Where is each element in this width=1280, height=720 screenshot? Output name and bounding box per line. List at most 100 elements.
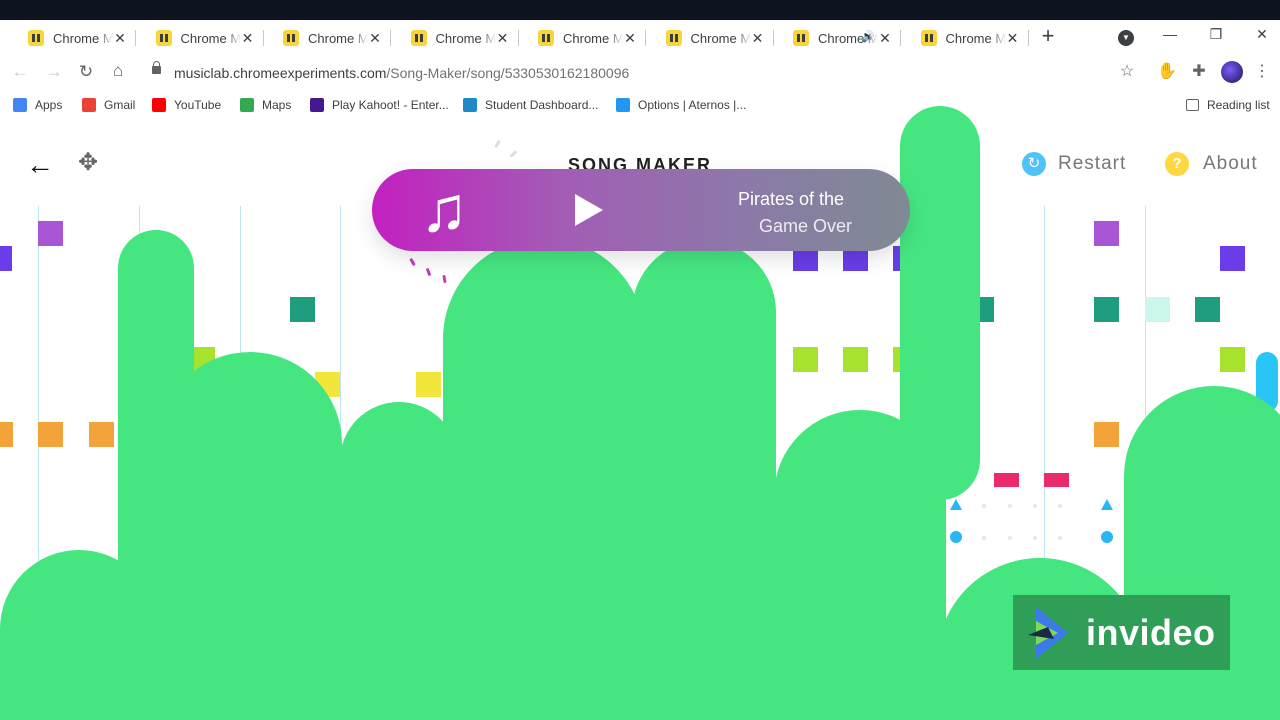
bookmark-item[interactable]: Options | Aternos |...	[616, 97, 746, 113]
note-cell[interactable]	[994, 473, 1019, 487]
play-icon[interactable]	[575, 194, 603, 226]
music-note-icon: ♫	[420, 173, 468, 245]
note-cell[interactable]	[1220, 246, 1245, 271]
note-cell[interactable]	[89, 422, 114, 447]
browser-tab[interactable]: Chrome Music Lab✕	[903, 24, 1029, 52]
note-cell[interactable]	[1094, 297, 1119, 322]
music-lab-favicon-icon	[793, 30, 809, 46]
restart-icon: ↻	[1022, 152, 1046, 176]
tab-separator	[900, 30, 901, 46]
title-strip	[0, 0, 1280, 20]
tab-separator	[772, 30, 774, 46]
percussion-dot[interactable]	[950, 531, 962, 543]
tab-close-icon[interactable]: ✕	[240, 30, 256, 46]
apps-grid-icon	[13, 98, 27, 112]
tab-bar: Chrome Music Lab✕Chrome Music Lab✕Chrome…	[0, 20, 1280, 54]
screen: Chrome Music Lab✕Chrome Music Lab✕Chrome…	[0, 0, 1280, 720]
tab-close-icon[interactable]: ✕	[112, 30, 128, 46]
bookmark-item[interactable]: Play Kahoot! - Enter...	[310, 97, 449, 113]
browser-tab[interactable]: Chrome Music Lab🔊✕	[775, 24, 901, 52]
reading-list-button[interactable]: Reading list	[1186, 97, 1270, 113]
browser-tab[interactable]: Chrome Music Lab✕	[520, 24, 646, 52]
note-cell[interactable]	[1094, 221, 1119, 246]
back-nav-icon[interactable]: ←	[10, 62, 30, 82]
tab-label: Chrome Music Lab	[690, 30, 751, 46]
music-lab-favicon-icon	[155, 30, 172, 46]
tab-close-icon[interactable]: ✕	[1005, 30, 1021, 46]
grid-dot	[1058, 536, 1062, 540]
browser-tab[interactable]: Chrome Music Lab✕	[265, 24, 391, 52]
browser-tab[interactable]: Chrome Music Lab✕	[393, 24, 519, 52]
bookmark-star-icon[interactable]: ☆	[1117, 62, 1137, 82]
note-cell[interactable]	[843, 347, 868, 372]
about-label: About	[1203, 153, 1258, 174]
reload-icon[interactable]: ↻	[76, 62, 96, 82]
browser-tab[interactable]: Chrome Music Lab✕	[10, 24, 136, 52]
tab-label: Chrome Music Lab	[180, 30, 241, 46]
address-bar[interactable]: musiclab.chromeexperiments.com/Song-Make…	[174, 65, 629, 81]
note-cell[interactable]	[1220, 347, 1245, 372]
grid-dot	[1033, 536, 1037, 540]
move-arrows-icon[interactable]: ✥	[78, 148, 98, 177]
note-cell[interactable]	[1094, 422, 1119, 447]
audio-playing-icon[interactable]: 🔊	[861, 30, 875, 43]
tab-separator	[390, 30, 391, 46]
note-cell[interactable]	[38, 221, 63, 246]
music-lab-favicon-icon	[665, 30, 682, 46]
tab-search-icon[interactable]: ▼	[1118, 30, 1134, 46]
grid-dot	[1033, 504, 1037, 508]
menu-kebab-icon[interactable]: ⋮	[1252, 62, 1272, 82]
bookmark-item[interactable]: YouTube	[152, 97, 221, 113]
note-cell-hover[interactable]	[1145, 297, 1170, 322]
restore-icon[interactable]: ❐	[1206, 26, 1226, 43]
kahoot-icon	[310, 98, 324, 112]
tab-close-icon[interactable]: ✕	[495, 30, 511, 46]
visualizer-bar	[900, 106, 980, 500]
profile-avatar[interactable]	[1221, 61, 1243, 83]
track-subtitle: Game Over	[759, 216, 853, 236]
note-cell[interactable]	[290, 297, 315, 322]
about-button[interactable]: ? About	[1165, 152, 1258, 176]
help-icon: ?	[1165, 152, 1189, 176]
bookmark-item[interactable]: Maps	[240, 97, 291, 113]
tab-close-icon[interactable]: ✕	[750, 30, 766, 46]
restart-button[interactable]: ↻ Restart	[1022, 152, 1126, 176]
note-cell[interactable]	[1044, 473, 1069, 487]
grid-dot	[1008, 536, 1012, 540]
close-window-icon[interactable]: ✕	[1252, 26, 1272, 43]
new-tab-button[interactable]: +	[1038, 25, 1058, 47]
browser-tab[interactable]: Chrome Music Lab✕	[648, 24, 774, 52]
note-cell[interactable]	[416, 372, 441, 397]
tab-close-icon[interactable]: ✕	[367, 30, 383, 46]
tab-separator	[645, 30, 646, 46]
minimize-icon[interactable]: —	[1160, 26, 1180, 42]
extensions-puzzle-icon[interactable]: ✚	[1189, 62, 1209, 82]
note-cell[interactable]	[0, 246, 12, 271]
note-cell[interactable]	[793, 347, 818, 372]
visualizer-bar	[340, 402, 458, 720]
track-title: Pirates of the	[738, 189, 845, 209]
percussion-triangle[interactable]	[950, 499, 962, 510]
tab-close-icon[interactable]: ✕	[877, 30, 893, 46]
visualizer-bar	[158, 352, 342, 720]
bookmark-item[interactable]: Apps	[13, 97, 62, 113]
home-icon[interactable]: ⌂	[108, 61, 128, 81]
browser-tab[interactable]: Chrome Music Lab✕	[138, 24, 264, 52]
forward-nav-icon[interactable]: →	[44, 62, 64, 82]
tab-close-icon[interactable]: ✕	[622, 30, 638, 46]
bookmark-item[interactable]: Student Dashboard...	[463, 97, 598, 113]
grid-dot	[982, 536, 986, 540]
grid-line	[1044, 206, 1045, 586]
note-cell[interactable]	[38, 422, 63, 447]
percussion-triangle[interactable]	[1101, 499, 1113, 510]
bookmark-label: Apps	[35, 98, 63, 112]
visualizer-bar	[0, 550, 158, 720]
note-cell[interactable]	[1195, 297, 1220, 322]
note-cell[interactable]	[0, 422, 13, 447]
percussion-dot[interactable]	[1101, 531, 1113, 543]
back-arrow-icon[interactable]: ←	[26, 151, 54, 179]
reading-list-label: Reading list	[1207, 98, 1270, 112]
aternos-icon	[616, 98, 630, 112]
extension-hand-icon[interactable]: ✋	[1157, 62, 1177, 82]
bookmark-item[interactable]: Gmail	[82, 97, 135, 113]
